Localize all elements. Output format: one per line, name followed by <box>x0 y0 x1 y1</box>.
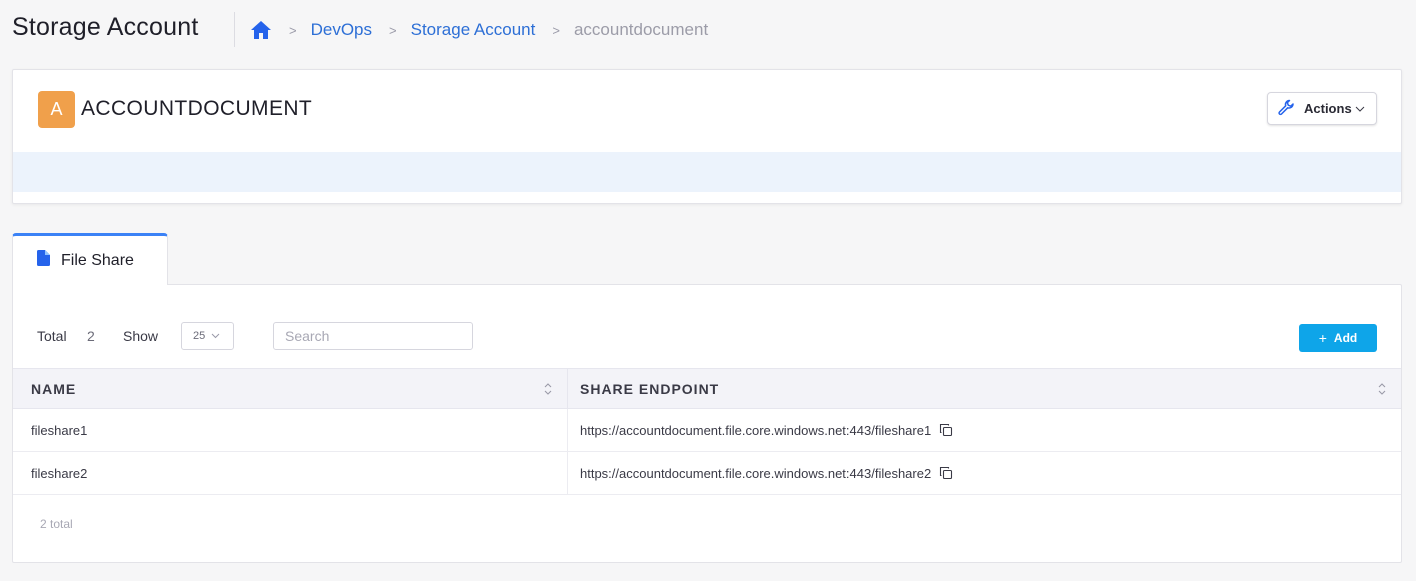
sort-icon[interactable] <box>543 381 553 397</box>
wrench-icon <box>1278 99 1295 119</box>
account-name: ACCOUNTDOCUMENT <box>81 97 313 120</box>
cell-share-endpoint: https://accountdocument.file.core.window… <box>568 409 1401 451</box>
page-size-value: 25 <box>193 330 206 342</box>
cell-name: fileshare2 <box>13 452 568 494</box>
sort-icon[interactable] <box>1377 381 1387 397</box>
breadcrumb-separator-icon: > <box>289 22 297 38</box>
search-input[interactable] <box>273 322 473 350</box>
breadcrumb-separator-icon: > <box>552 22 560 38</box>
add-button[interactable]: + Add <box>1299 324 1377 352</box>
column-header-share-endpoint[interactable]: SHARE ENDPOINT <box>568 369 1401 408</box>
copy-icon[interactable] <box>939 466 953 480</box>
file-icon <box>37 250 50 271</box>
add-label: Add <box>1333 331 1358 345</box>
home-icon[interactable] <box>250 19 272 41</box>
actions-label: Actions <box>1304 101 1352 116</box>
account-avatar: A <box>38 91 75 128</box>
chevron-down-icon <box>211 330 220 342</box>
table-header: NAME SHARE ENDPOINT <box>13 368 1401 409</box>
tab-file-share[interactable]: File Share <box>12 233 168 285</box>
table-footer-total: 2 total <box>40 517 73 531</box>
endpoint-text: https://accountdocument.file.core.window… <box>580 422 932 438</box>
breadcrumb-separator-icon: > <box>389 22 397 38</box>
plus-icon: + <box>1318 330 1327 346</box>
cell-name: fileshare1 <box>13 409 568 451</box>
breadcrumb: > DevOps > Storage Account > accountdocu… <box>250 18 708 42</box>
table-row[interactable]: fileshare1 https://accountdocument.file.… <box>13 409 1401 452</box>
column-header-name[interactable]: NAME <box>13 369 568 408</box>
file-share-panel: Total 2 Show 25 + Add NAME SHARE ENDPOIN… <box>12 284 1402 563</box>
account-card: A ACCOUNTDOCUMENT Actions <box>12 69 1402 204</box>
page-size-select[interactable]: 25 <box>181 322 234 350</box>
tab-label: File Share <box>61 251 134 269</box>
table-row[interactable]: fileshare2 https://accountdocument.file.… <box>13 452 1401 495</box>
page-title: Storage Account <box>12 13 199 41</box>
column-header-label: NAME <box>31 380 77 397</box>
column-header-label: SHARE ENDPOINT <box>580 380 720 397</box>
file-share-table: NAME SHARE ENDPOINT fileshare1 https://a… <box>13 368 1401 495</box>
total-label: Total <box>37 328 67 344</box>
chevron-down-icon <box>1355 101 1365 116</box>
breadcrumb-current: accountdocument <box>573 20 709 39</box>
account-info-band <box>13 152 1401 192</box>
total-count: 2 <box>87 328 95 344</box>
show-label: Show <box>123 328 159 344</box>
breadcrumb-storage-account[interactable]: Storage Account <box>411 20 536 40</box>
copy-icon[interactable] <box>939 423 953 437</box>
title-divider <box>234 12 235 47</box>
cell-share-endpoint: https://accountdocument.file.core.window… <box>568 452 1401 494</box>
breadcrumb-devops[interactable]: DevOps <box>311 20 372 40</box>
actions-button[interactable]: Actions <box>1267 92 1377 125</box>
endpoint-text: https://accountdocument.file.core.window… <box>580 465 932 481</box>
